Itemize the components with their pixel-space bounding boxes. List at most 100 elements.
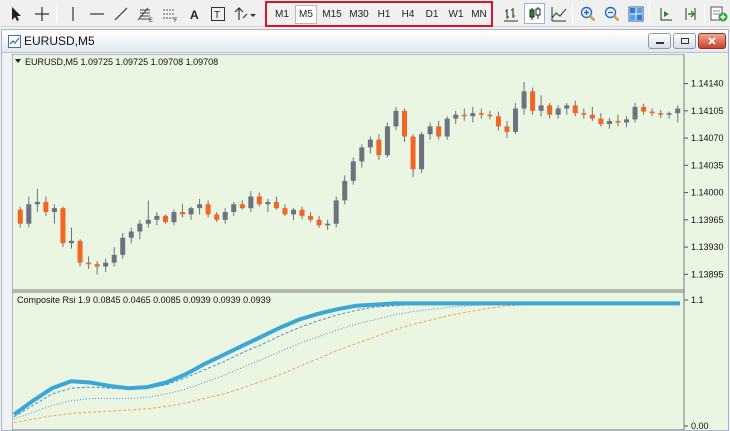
cursor-icon[interactable] <box>5 3 26 24</box>
price-tick-label: 1.13895 <box>691 269 724 279</box>
chart-canvas[interactable]: EURUSD,M5 1.09725 1.09725 1.09708 1.0970… <box>12 54 727 430</box>
line-chart-icon[interactable] <box>548 3 569 24</box>
candle-body-up <box>197 204 203 209</box>
trend-line-icon[interactable] <box>110 3 131 24</box>
close-button[interactable] <box>698 33 726 49</box>
new-chart-icon[interactable] <box>708 3 729 24</box>
metatrader-app: E F A T M1 M5 M15 M30 H1 H4 D1 W1 MN EUR… <box>0 0 730 431</box>
main-toolbar: E F A T M1 M5 M15 M30 H1 H4 D1 W1 MN <box>0 0 730 27</box>
candle-body-up <box>188 208 194 215</box>
plot-area[interactable]: EURUSD,M5 1.09725 1.09725 1.09708 1.0970… <box>12 54 727 430</box>
text-icon[interactable]: A <box>184 3 205 24</box>
price-tick-label: 1.14000 <box>691 188 724 198</box>
candle-body-up <box>154 215 160 220</box>
candle-body-down <box>77 240 83 263</box>
candle-body-up <box>69 240 74 244</box>
candle-body-down <box>615 120 621 123</box>
candle-body-down <box>572 105 578 114</box>
price-tick-label: 1.13930 <box>691 242 724 252</box>
tile-windows-icon[interactable] <box>625 3 646 24</box>
candle-body-down <box>162 215 168 223</box>
candle-body-down <box>402 110 407 137</box>
candle <box>444 116 450 140</box>
candle <box>333 196 339 228</box>
timeframe-m1[interactable]: M1 <box>271 5 293 24</box>
zoom-out-icon[interactable] <box>601 3 622 24</box>
candle-body-up <box>342 180 348 201</box>
candlestick-icon[interactable] <box>524 3 545 24</box>
candle-body-up <box>444 118 450 137</box>
chart-window-icon <box>8 35 21 48</box>
candle-body-up <box>26 204 32 224</box>
candle-body-down <box>205 204 211 215</box>
timeframe-mn[interactable]: MN <box>468 5 490 24</box>
candle-body-down <box>376 139 382 156</box>
candle-body-up <box>666 113 672 115</box>
candle-body-up <box>521 91 527 109</box>
crosshair-icon[interactable] <box>31 3 52 24</box>
timeframe-m30[interactable]: M30 <box>346 5 372 24</box>
svg-text:F: F <box>174 17 178 22</box>
bar-chart-icon[interactable] <box>500 3 521 24</box>
candle-body-down <box>214 214 220 220</box>
restore-button[interactable] <box>673 33 696 49</box>
candle-body-up <box>145 219 151 224</box>
candle-body-down <box>461 114 467 117</box>
candle-body-up <box>624 119 629 123</box>
candle-body-up <box>51 208 57 213</box>
candle-body-down <box>410 136 416 170</box>
candle-body-up <box>248 196 254 209</box>
timeframe-w1[interactable]: W1 <box>445 5 467 24</box>
close-icon <box>708 37 716 45</box>
timeframe-m15[interactable]: M15 <box>319 5 345 24</box>
arrows-icon[interactable] <box>232 3 258 24</box>
candle-body-up <box>606 120 612 125</box>
candle-body-down <box>316 219 322 226</box>
svg-text:E: E <box>149 17 153 22</box>
text-label-glyph: T <box>214 10 220 21</box>
candle-body-down <box>478 113 484 115</box>
candle-body-down <box>436 126 442 137</box>
candle-body-up <box>103 262 109 267</box>
candle-body-up <box>34 201 40 205</box>
auto-scroll-icon[interactable] <box>680 3 701 24</box>
timeframe-h1[interactable]: H1 <box>373 5 395 24</box>
candle <box>77 239 83 267</box>
price-legend: EURUSD,M5 1.09725 1.09725 1.09708 1.0970… <box>25 57 218 67</box>
candle-body-up <box>111 254 117 263</box>
candle-body-up <box>470 113 476 117</box>
candle-body-down <box>17 209 23 224</box>
minimize-button[interactable] <box>648 33 671 49</box>
chart-shift-icon[interactable] <box>655 3 676 24</box>
candle-body-up <box>427 126 433 135</box>
channel-icon[interactable]: F <box>159 3 180 24</box>
fibonacci-icon[interactable]: E <box>134 3 155 24</box>
toolbar-separator <box>572 4 573 23</box>
price-tick-label: 1.14105 <box>691 106 724 116</box>
price-tick-label: 1.14070 <box>691 133 724 143</box>
candle-body-up <box>128 231 134 238</box>
chart-window: EURUSD,M5 EURUSD,M5 1.09725 1.09725 1.09… <box>1 29 729 431</box>
candle-body-up <box>265 201 271 205</box>
candle-body-up <box>359 147 365 162</box>
price-pane[interactable] <box>12 54 685 291</box>
timeframe-m5[interactable]: M5 <box>295 5 317 24</box>
text-label-icon[interactable]: T <box>207 3 228 24</box>
timeframe-group: M1 M5 M15 M30 H1 H4 D1 W1 MN <box>265 1 493 27</box>
zoom-in-icon[interactable] <box>577 3 598 24</box>
timeframe-d1[interactable]: D1 <box>421 5 443 24</box>
price-tick-label: 1.13965 <box>691 215 724 225</box>
candle-body-down <box>649 111 655 114</box>
horizontal-line-icon[interactable] <box>86 3 107 24</box>
candle-body-down <box>581 113 587 115</box>
candle-body-up <box>333 200 339 224</box>
candle <box>530 87 536 115</box>
candle-body-up <box>419 134 425 170</box>
candle-body-down <box>239 204 245 209</box>
candle-body-up <box>564 105 570 109</box>
candle-body-up <box>171 212 177 223</box>
candle-body-down <box>589 114 595 119</box>
vertical-line-icon[interactable] <box>62 3 83 24</box>
timeframe-h4[interactable]: H4 <box>397 5 419 24</box>
chart-window-titlebar[interactable]: EURUSD,M5 <box>2 30 728 53</box>
